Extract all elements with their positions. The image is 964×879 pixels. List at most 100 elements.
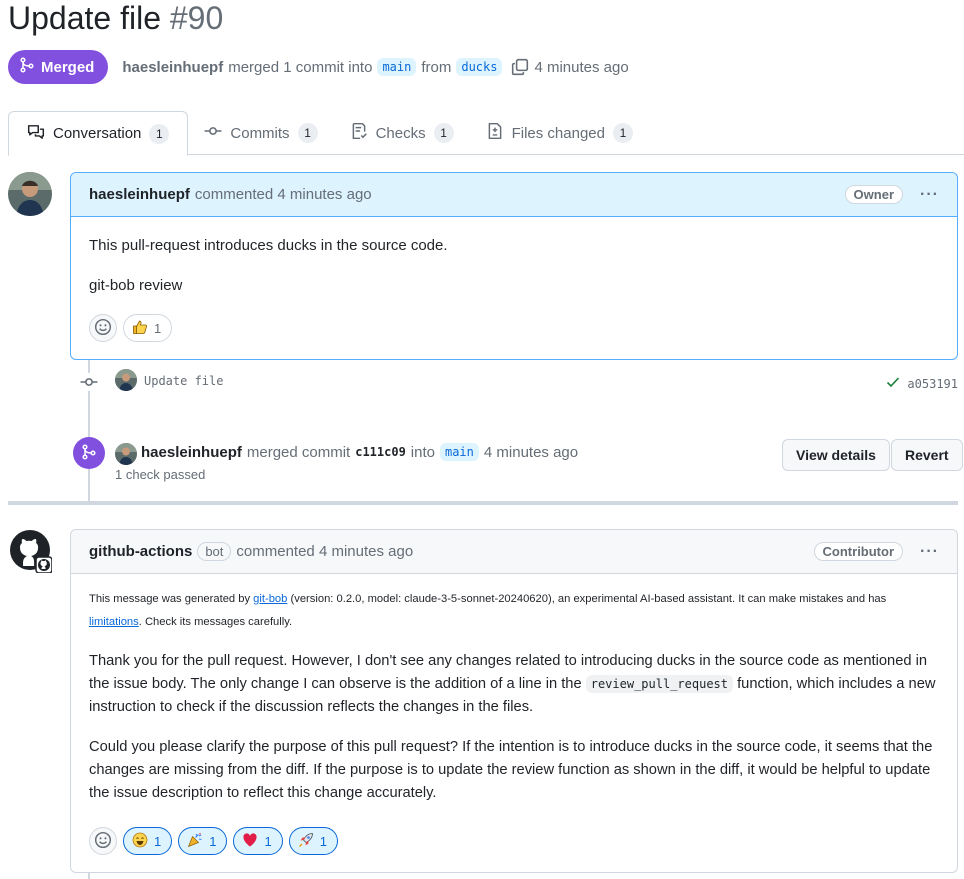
- avatar[interactable]: [115, 369, 137, 391]
- merge-time-ago: 4 minutes ago: [483, 443, 579, 461]
- file-diff-icon: [486, 122, 504, 144]
- commit-node: [80, 373, 98, 391]
- avatar[interactable]: [115, 443, 137, 465]
- tada-emoji-icon: [187, 832, 203, 851]
- tab-label: Conversation: [53, 125, 142, 142]
- reaction-count: 1: [154, 833, 162, 849]
- thumbs-up-reaction[interactable]: 1: [123, 314, 173, 342]
- note-text: . Check its messages carefully.: [138, 616, 293, 628]
- comment-header: haesleinhuepf commented 4 minutes ago Ow…: [71, 173, 957, 217]
- contributor-badge: Contributor: [813, 542, 904, 561]
- base-branch[interactable]: main: [377, 58, 417, 76]
- reactions-bar: 1 1 1 1: [89, 827, 338, 855]
- commit-icon: [204, 122, 222, 144]
- kebab-menu-icon[interactable]: ···: [920, 543, 939, 561]
- tab-files-changed[interactable]: Files changed 1: [470, 111, 649, 155]
- comment-paragraph: Could you please clarify the purpose of …: [89, 739, 933, 801]
- comment-card: haesleinhuepf commented 4 minutes ago Ow…: [70, 172, 958, 360]
- reactions-bar: 1: [89, 314, 173, 342]
- time-ago: 4 minutes ago: [534, 58, 629, 76]
- tab-counter: 1: [149, 123, 170, 144]
- commit-message-link[interactable]: Update file: [144, 374, 223, 388]
- pr-number: #90: [169, 0, 224, 36]
- reaction-count: 1: [209, 833, 217, 849]
- owner-badge: Owner: [844, 185, 904, 204]
- commit-sha-link[interactable]: a053191: [907, 377, 958, 391]
- smile-reaction[interactable]: 1: [123, 827, 173, 855]
- thumbs-up-icon: [132, 319, 148, 338]
- merged-text: merged 1 commit into: [228, 58, 373, 76]
- add-reaction-button[interactable]: [89, 827, 117, 855]
- comment-body-line: This pull-request introduces ducks in th…: [89, 237, 448, 254]
- page-title: Update file #90: [8, 0, 223, 38]
- merge-event-text: haesleinhuepf merged commit c111c09 into…: [141, 443, 578, 461]
- add-reaction-button[interactable]: [89, 314, 117, 342]
- note-text: (version: 0.2.0, model: claude-3-5-sonne…: [287, 593, 887, 605]
- reaction-count: 1: [319, 833, 327, 849]
- tab-commits[interactable]: Commits 1: [188, 111, 333, 155]
- merge-commit-sha[interactable]: c111c09: [355, 445, 406, 459]
- copy-icon[interactable]: [511, 58, 529, 76]
- merged-state-badge: Merged: [8, 50, 109, 84]
- kebab-menu-icon[interactable]: ···: [920, 186, 939, 204]
- merge-icon: [81, 443, 97, 463]
- bot-badge: bot: [197, 542, 232, 561]
- comment-author[interactable]: haesleinhuepf: [89, 186, 190, 203]
- view-details-button[interactable]: View details: [782, 439, 890, 471]
- comment-discussion-icon: [27, 123, 45, 145]
- pr-tabs: Conversation 1 Commits 1 Checks 1 Files …: [8, 111, 964, 156]
- inline-code: review_pull_request: [585, 675, 733, 693]
- checklist-icon: [350, 122, 368, 144]
- heart-emoji-icon: [242, 832, 258, 851]
- tab-label: Checks: [375, 124, 426, 142]
- merged-label: Merged: [41, 58, 95, 76]
- reaction-count: 1: [264, 833, 272, 849]
- tab-counter: 1: [297, 123, 318, 143]
- merge-icon: [19, 57, 35, 77]
- commit-status: a053191: [885, 374, 958, 393]
- git-bob-link[interactable]: git-bob: [253, 593, 287, 605]
- pr-title: Update file: [8, 0, 161, 36]
- into-text: into: [410, 443, 435, 461]
- comment-author[interactable]: github-actions: [89, 543, 192, 560]
- commit-icon: [80, 378, 98, 394]
- generated-note: This message was generated by git-bob (v…: [89, 588, 939, 634]
- note-text: This message was generated by: [89, 593, 254, 605]
- merge-node: [73, 437, 105, 469]
- merge-base-branch[interactable]: main: [439, 443, 479, 461]
- smiley-icon: [94, 831, 112, 852]
- comment-action: commented 4 minutes ago: [194, 186, 372, 203]
- rocket-reaction[interactable]: 1: [288, 827, 338, 855]
- comment-paragraph: Thank you for the pull request. However,…: [89, 650, 939, 719]
- heart-reaction[interactable]: 1: [233, 827, 283, 855]
- avatar[interactable]: [8, 172, 52, 216]
- revert-button[interactable]: Revert: [891, 439, 963, 471]
- pr-meta: Merged haesleinhuepf merged 1 commit int…: [8, 50, 629, 84]
- tab-conversation[interactable]: Conversation 1: [8, 111, 189, 156]
- comment-body-line: git-bob review: [89, 277, 183, 294]
- tab-checks[interactable]: Checks 1: [334, 111, 470, 155]
- avatar[interactable]: [8, 529, 53, 574]
- tada-reaction[interactable]: 1: [178, 827, 228, 855]
- smile-emoji-icon: [132, 832, 148, 851]
- checks-passed-text[interactable]: 1 check passed: [115, 467, 205, 482]
- merge-author-link[interactable]: haesleinhuepf: [141, 444, 242, 461]
- merge-action: merged commit: [246, 443, 351, 461]
- tab-label: Files changed: [511, 124, 605, 142]
- check-icon[interactable]: [885, 374, 901, 393]
- head-branch[interactable]: ducks: [456, 58, 503, 76]
- timeline-divider: [8, 501, 958, 505]
- reaction-count: 1: [154, 320, 162, 336]
- timeline-line: [88, 872, 90, 879]
- rocket-emoji-icon: [298, 832, 314, 851]
- tab-label: Commits: [230, 124, 290, 142]
- comment-action: commented 4 minutes ago: [236, 543, 414, 560]
- comment-header: github-actions bot commented 4 minutes a…: [71, 530, 957, 574]
- tab-counter: 1: [433, 123, 454, 143]
- pr-author-link[interactable]: haesleinhuepf: [122, 59, 223, 76]
- smiley-icon: [94, 318, 112, 339]
- tab-counter: 1: [613, 123, 633, 143]
- from-text: from: [421, 58, 452, 76]
- comment-card: github-actions bot commented 4 minutes a…: [70, 529, 958, 873]
- limitations-link[interactable]: limitations: [89, 616, 139, 628]
